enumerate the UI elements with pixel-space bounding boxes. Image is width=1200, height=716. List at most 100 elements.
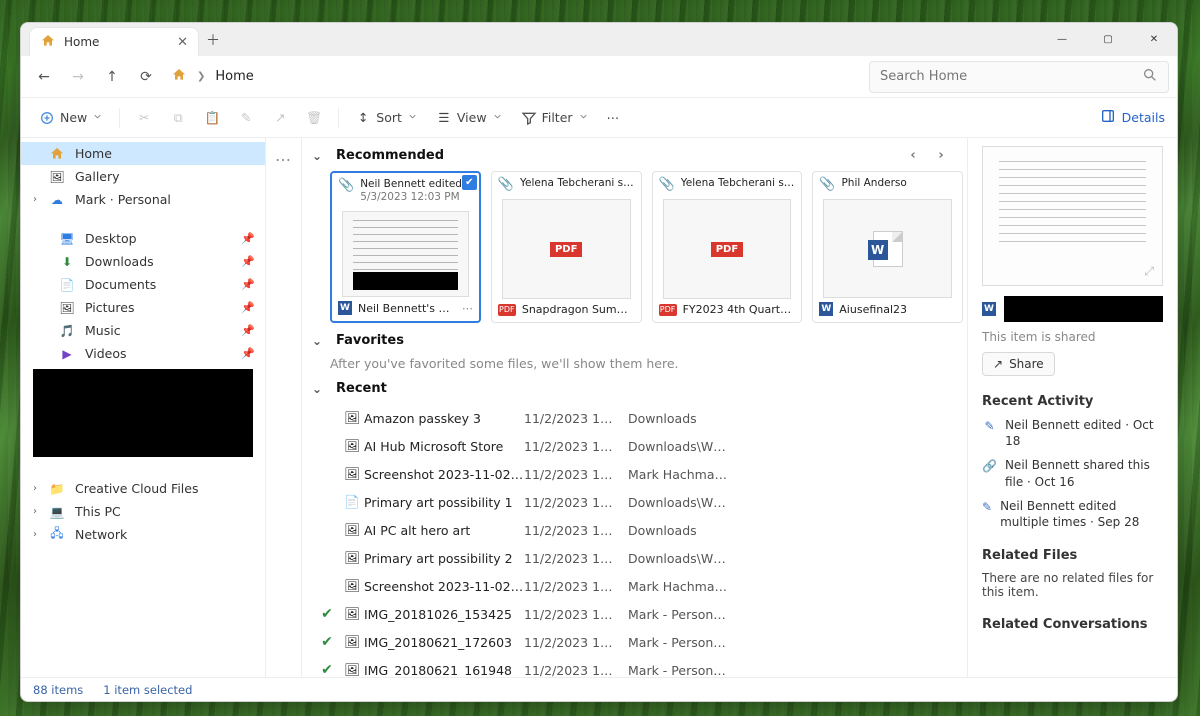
copy-button[interactable]: ⧉ (164, 106, 192, 130)
videos-icon: ▶ (59, 346, 75, 362)
sidebar-item-desktop[interactable]: 🖥 Desktop📌 (21, 227, 265, 250)
recent-location: Downloads (628, 411, 963, 426)
recommended-card[interactable]: 📎Phil AndersoWAiusefinal23 (812, 171, 963, 323)
chevron-right-icon[interactable]: › (33, 529, 37, 540)
recent-row[interactable]: 🖼Amazon passkey 311/2/2023 12:…Downloads (314, 404, 963, 432)
chevron-right-icon[interactable]: › (33, 194, 37, 205)
rename-button[interactable]: ✎ (232, 106, 260, 130)
section-recommended[interactable]: ⌄ Recommended ‹ › (302, 138, 963, 171)
recommended-card[interactable]: 📎Yelena Tebcherani s…PDFPDFFY2023 4th Qu… (652, 171, 803, 323)
chevron-right-icon[interactable]: › (33, 506, 37, 517)
pin-icon[interactable]: 📌 (241, 278, 255, 291)
activity-list: ✎Neil Bennett edited · Oct 18🔗Neil Benne… (982, 417, 1163, 530)
cut-button[interactable]: ✂ (130, 106, 158, 130)
minimize-button[interactable]: — (1039, 23, 1085, 56)
share-button[interactable]: ↗ (266, 106, 294, 130)
chevron-right-icon[interactable]: › (33, 483, 37, 494)
tab-home[interactable]: Home ✕ (29, 27, 199, 56)
pin-icon[interactable]: 📌 (241, 255, 255, 268)
sidebar-item-network[interactable]: › 🖧 Network (21, 523, 265, 546)
sidebar-item-home[interactable]: Home (21, 142, 265, 165)
paste-button[interactable]: 📋 (198, 106, 226, 130)
pin-icon[interactable]: 📌 (241, 232, 255, 245)
more-icon[interactable]: … (266, 144, 301, 165)
sidebar-item-gallery[interactable]: 🖼 Gallery (21, 165, 265, 188)
pin-icon[interactable]: 📌 (241, 301, 255, 314)
recent-row[interactable]: 📄Primary art possibility 111/2/2023 12:…… (314, 488, 963, 516)
new-tab-button[interactable]: ＋ (199, 23, 227, 56)
recent-row[interactable]: 🖼AI PC alt hero art11/2/2023 12:…Downloa… (314, 516, 963, 544)
desktop-icon: 🖥 (59, 231, 75, 247)
sidebar-item-documents[interactable]: 📄 Documents📌 (21, 273, 265, 296)
breadcrumb[interactable]: ❯ Home (171, 67, 865, 87)
recent-row[interactable]: 🖼Screenshot 2023-11-02…11/2/2023 12:…Mar… (314, 460, 963, 488)
close-tab-icon[interactable]: ✕ (177, 35, 188, 50)
search-input[interactable] (880, 69, 1134, 84)
recent-row[interactable]: ✔🖼IMG_20181026_15342511/2/2023 12:…Mark … (314, 600, 963, 628)
details-icon (1100, 108, 1116, 127)
sidebar-item-personal[interactable]: › ☁ Mark · Personal (21, 188, 265, 211)
expand-icon[interactable]: ⤢ (1144, 264, 1154, 279)
new-button[interactable]: New (33, 106, 109, 130)
clipped-item[interactable]: Ju… ne… (266, 165, 301, 261)
more-icon[interactable]: ⋯ (462, 302, 473, 315)
back-button[interactable]: ← (29, 62, 59, 92)
details-toggle[interactable]: Details (1100, 108, 1165, 127)
section-favorites[interactable]: ⌄ Favorites (302, 323, 963, 356)
file-icon: 🖼 (340, 606, 364, 622)
sidebar-item-thispc[interactable]: › 💻 This PC (21, 500, 265, 523)
section-recent[interactable]: ⌄ Recent (302, 371, 963, 404)
next-button[interactable]: › (929, 148, 953, 163)
refresh-button[interactable]: ⟳ (131, 62, 161, 92)
more-button[interactable]: ⋯ (601, 106, 626, 129)
chevron-down-icon[interactable]: ⌄ (310, 149, 324, 163)
chevron-down-icon[interactable]: ⌄ (310, 334, 324, 348)
main-area: ⌄ Recommended ‹ › 📎Neil Bennett edited…5… (302, 138, 1177, 677)
forward-button[interactable]: → (63, 62, 93, 92)
activity-icon: ✎ (982, 417, 997, 434)
recommended-cards: 📎Neil Bennett edited…5/3/2023 12:03 PMWN… (302, 171, 963, 323)
sidebar-item-ccf[interactable]: › 📁 Creative Cloud Files (21, 477, 265, 500)
chevron-down-icon[interactable]: ⌄ (310, 382, 324, 396)
recent-location: Downloads\W… (628, 439, 963, 454)
delete-button[interactable]: 🗑 (300, 106, 328, 130)
pin-icon[interactable]: 📌 (241, 324, 255, 337)
recent-name: IMG_20180621_161948 (364, 663, 524, 678)
pin-icon[interactable]: 📌 (241, 347, 255, 360)
main-scroll[interactable]: ⌄ Recommended ‹ › 📎Neil Bennett edited…5… (302, 138, 967, 677)
search-box[interactable] (869, 61, 1169, 93)
prev-button[interactable]: ‹ (901, 148, 925, 163)
share-button[interactable]: ↗ Share (982, 352, 1055, 376)
search-icon[interactable] (1142, 67, 1158, 87)
sync-status-icon: ✔ (314, 662, 340, 677)
recommended-card[interactable]: 📎Neil Bennett edited…5/3/2023 12:03 PMWN… (330, 171, 481, 323)
close-button[interactable]: ✕ (1131, 23, 1177, 56)
card-filename: Snapdragon Summit… (522, 303, 635, 316)
content-area: Home 🖼 Gallery › ☁ Mark · Personal 🖥 Des… (21, 138, 1177, 677)
activity-text: Neil Bennett shared this file · Oct 16 (1005, 457, 1163, 489)
rename-icon: ✎ (238, 110, 254, 126)
recent-name: AI PC alt hero art (364, 523, 524, 538)
recommended-card[interactable]: 📎Yelena Tebcherani s…PDFPDFSnapdragon Su… (491, 171, 642, 323)
recent-row[interactable]: 🖼AI Hub Microsoft Store11/2/2023 12:…Dow… (314, 432, 963, 460)
activity-text: Neil Bennett edited · Oct 18 (1005, 417, 1163, 449)
sort-button[interactable]: ↕ Sort (349, 106, 424, 130)
selection-count: 1 item selected (103, 683, 192, 697)
sidebar-item-videos[interactable]: ▶ Videos📌 (21, 342, 265, 365)
recent-row[interactable]: 🖼Primary art possibility 211/2/2023 12:…… (314, 544, 963, 572)
view-button[interactable]: ☰ View (430, 106, 509, 130)
up-button[interactable]: ↑ (97, 62, 127, 92)
sidebar-item-downloads[interactable]: ⬇ Downloads📌 (21, 250, 265, 273)
file-explorer-window: Home ✕ ＋ — ▢ ✕ ← → ↑ ⟳ ❯ Home (20, 22, 1178, 702)
sidebar-item-music[interactable]: 🎵 Music📌 (21, 319, 265, 342)
recent-row[interactable]: ✔🖼IMG_20180621_17260311/2/2023 11:…Mark … (314, 628, 963, 656)
sidebar-item-pictures[interactable]: 🖼 Pictures📌 (21, 296, 265, 319)
attachment-icon: 📎 (338, 178, 354, 193)
file-icon: 🖼 (340, 466, 364, 482)
filter-button[interactable]: Filter (515, 106, 595, 130)
maximize-button[interactable]: ▢ (1085, 23, 1131, 56)
copy-icon: ⧉ (170, 110, 186, 126)
recent-row[interactable]: 🖼Screenshot 2023-11-02…11/2/2023 12:…Mar… (314, 572, 963, 600)
recent-row[interactable]: ✔🖼IMG_20180621_16194811/2/2023 11:…Mark … (314, 656, 963, 677)
sync-status-icon: ✔ (314, 634, 340, 650)
